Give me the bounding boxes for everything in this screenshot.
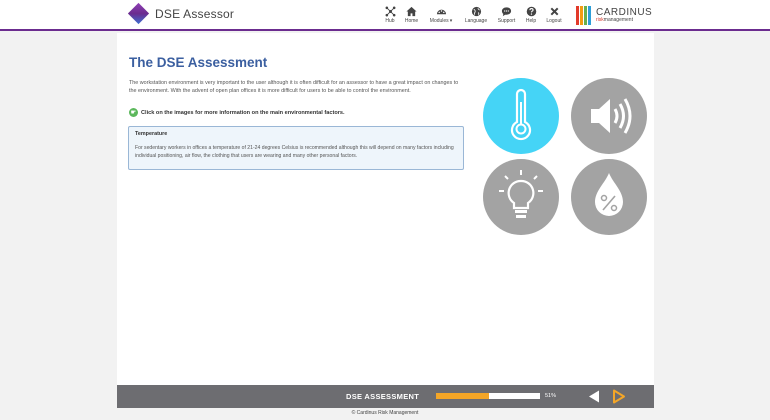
nav-hub[interactable]: Hub (380, 6, 400, 24)
cardinus-brand-logo: CARDINUS riskmanagement (576, 6, 652, 25)
factor-temperature-button[interactable] (483, 78, 559, 154)
chevron-down-icon: ▾ (449, 18, 453, 24)
brand-sub-suffix: management (603, 17, 633, 23)
brand-bar (584, 6, 587, 25)
nav-modules[interactable]: Modules ▾ (423, 6, 459, 24)
brand-sub-prefix: risk (596, 17, 604, 23)
top-bar: DSE Assessor Hub Home Modules ▾ Language … (0, 0, 770, 31)
previous-button[interactable] (587, 389, 602, 404)
hint-text: Click on the images for more information… (141, 109, 345, 116)
nav-support-label: Support (497, 18, 516, 24)
copyright-text: © Cardinus Risk Management (351, 410, 419, 416)
footer-progress-bar: DSE ASSESSMENT 51% (117, 385, 654, 408)
nav-help[interactable]: Help (520, 6, 542, 24)
nav-language-label: Language (464, 18, 488, 24)
pointer-hand-icon: ☛ (129, 108, 138, 117)
modules-icon (436, 9, 446, 15)
brand-bars-icon (576, 6, 592, 25)
thermometer-icon (510, 88, 532, 141)
speaker-icon (591, 98, 632, 134)
progress-track (436, 393, 540, 399)
progress-percent: 51% (545, 393, 557, 399)
nav-logout[interactable]: Logout (542, 6, 566, 24)
globe-icon (471, 6, 481, 17)
brand-subtitle: riskmanagement (596, 18, 652, 23)
lightbulb-icon (499, 170, 543, 218)
brand-bar (588, 6, 591, 25)
hint-row: ☛ Click on the images for more informati… (129, 108, 345, 117)
brand-bar (576, 6, 579, 25)
brand-text: CARDINUS riskmanagement (596, 8, 652, 23)
intro-text: The workstation environment is very impo… (129, 80, 459, 95)
nav-hub-label: Hub (385, 18, 395, 24)
chat-bubble-icon (501, 7, 512, 17)
info-box-text: For sedentary workers in offices a tempe… (135, 145, 454, 159)
app-logo[interactable]: DSE Assessor (127, 2, 235, 25)
hub-icon (385, 6, 395, 17)
arrow-left-icon (589, 390, 599, 403)
info-box-title: Temperature (135, 131, 168, 137)
humidity-drop-icon (595, 173, 623, 216)
brand-bar (580, 6, 583, 25)
progress-fill (436, 393, 490, 399)
footer-title: DSE ASSESSMENT (346, 392, 420, 401)
home-icon (406, 6, 417, 17)
nav-home[interactable]: Home (400, 6, 423, 24)
main-nav: Hub Home Modules ▾ Language Support Help … (380, 6, 566, 24)
nav-help-label: Help (525, 18, 537, 24)
close-icon (550, 7, 558, 16)
app-title: DSE Assessor (155, 6, 235, 21)
nav-modules-label: Modules (429, 18, 449, 24)
question-icon (526, 6, 536, 17)
page-title: The DSE Assessment (129, 55, 268, 70)
nav-support[interactable]: Support (493, 6, 520, 24)
info-box: Temperature For sedentary workers in off… (128, 126, 464, 170)
nav-language[interactable]: Language (459, 6, 493, 24)
factor-noise-button[interactable] (571, 78, 647, 154)
factor-humidity-button[interactable] (571, 159, 647, 235)
arrow-right-icon (613, 389, 625, 404)
content-panel: The DSE Assessment The workstation envir… (117, 33, 654, 385)
nav-logout-label: Logout (546, 18, 562, 24)
next-button[interactable] (611, 389, 626, 404)
nav-home-label: Home (404, 18, 419, 24)
factor-lighting-button[interactable] (483, 159, 559, 235)
nav-modules-label-wrap: Modules ▾ (430, 18, 452, 24)
diamond-logo-icon (127, 2, 150, 25)
